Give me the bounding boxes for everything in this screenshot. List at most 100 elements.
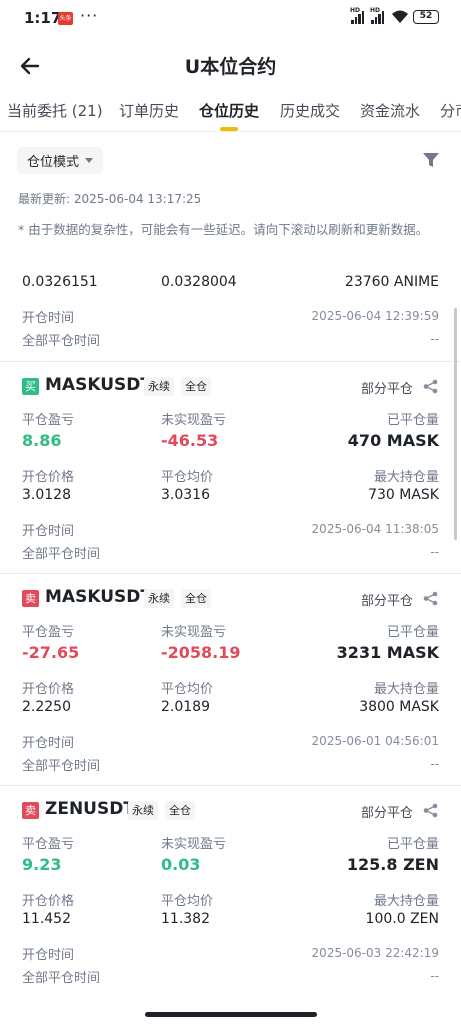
status-text: 部分平仓 (360, 594, 413, 609)
signal-icon: HD (370, 7, 384, 24)
delay-note: * 由于数据的复杂性，可能会有一些延迟。请向下滚动以刷新和更新数据。 (18, 222, 429, 237)
avg-close-value: 3.0316 (161, 487, 210, 503)
open-time-value: 2025-06-03 22:42:19 (311, 946, 439, 960)
contract-type-tag: 永续 (144, 377, 174, 396)
open-price-label: 开仓价格 (22, 894, 75, 909)
margin-mode-tag: 全仓 (181, 377, 211, 396)
symbol: MASKUSDT (45, 587, 152, 607)
close-pnl-value: 9.23 (22, 855, 62, 874)
max-hold-label: 最大持仓量 (373, 682, 439, 697)
tab-trade-history[interactable]: 历史成交 (280, 100, 340, 121)
status-icons: HD HD 52 (350, 7, 439, 24)
full-close-time-value: -- (430, 757, 439, 771)
position-card[interactable]: 卖 ZENUSDT 永续 全仓 部分平仓 平仓盈亏 未实现盈亏 已平仓量 9.2… (0, 785, 461, 997)
position-mode-label: 仓位模式 (27, 155, 80, 170)
prev-open-time-label: 开仓时间 (22, 311, 75, 326)
tab-position-history[interactable]: 仓位历史 (199, 100, 259, 121)
max-hold-value: 100.0 ZEN (365, 911, 439, 927)
max-hold-value: 730 MASK (368, 487, 439, 503)
share-icon[interactable] (423, 379, 438, 394)
prev-open-time: 2025-06-04 12:39:59 (311, 309, 439, 323)
open-price-value: 11.452 (22, 911, 71, 927)
open-time-value: 2025-06-04 11:38:05 (311, 522, 439, 536)
full-close-time-value: -- (430, 545, 439, 559)
full-close-time-value: -- (430, 969, 439, 983)
unrealized-pnl-value: -46.53 (161, 431, 219, 450)
closed-qty-value: 3231 MASK (336, 643, 439, 662)
contract-type-tag: 永续 (128, 801, 158, 820)
close-pnl-label: 平仓盈亏 (22, 837, 75, 852)
share-icon[interactable] (423, 803, 438, 818)
open-time-value: 2025-06-01 04:56:01 (311, 734, 439, 748)
tab-funding-flow[interactable]: 资金流水 (360, 100, 420, 121)
open-time-label: 开仓时间 (22, 948, 75, 963)
closed-qty-value: 470 MASK (347, 431, 439, 450)
open-time-label: 开仓时间 (22, 524, 75, 539)
margin-mode-tag: 全仓 (181, 589, 211, 608)
close-pnl-value: -27.65 (22, 643, 80, 662)
prev-max-hold: 23760 ANIME (344, 274, 439, 290)
tab-open-orders[interactable]: 当前委托 (21) (7, 100, 103, 121)
close-pnl-label: 平仓盈亏 (22, 413, 75, 428)
prev-full-close-time: -- (430, 332, 439, 346)
full-close-time-label: 全部平仓时间 (22, 759, 101, 774)
status-bar: 1:17 头条 ··· HD HD 52 (0, 0, 461, 38)
position-mode-dropdown[interactable]: 仓位模式 (17, 147, 104, 174)
home-indicator[interactable] (145, 1012, 317, 1017)
scrollbar[interactable] (454, 308, 457, 540)
avg-close-label: 平仓均价 (161, 894, 214, 909)
side-badge: 买 (22, 378, 39, 395)
closed-qty-label: 已平仓量 (386, 625, 439, 640)
contract-type-tag: 永续 (144, 589, 174, 608)
unrealized-pnl-label: 未实现盈亏 (161, 413, 227, 428)
more-notifications-icon: ··· (80, 6, 99, 25)
wifi-icon (392, 10, 408, 23)
avg-close-value: 11.382 (161, 911, 210, 927)
unrealized-pnl-label: 未实现盈亏 (161, 837, 227, 852)
filter-icon[interactable] (422, 151, 440, 169)
close-pnl-value: 8.86 (22, 431, 62, 450)
symbol: ZENUSDT (45, 799, 135, 819)
position-card[interactable]: 买 MASKUSDT 永续 全仓 部分平仓 平仓盈亏 未实现盈亏 已平仓量 8.… (0, 361, 461, 573)
max-hold-value: 3800 MASK (359, 699, 439, 715)
full-close-time-label: 全部平仓时间 (22, 547, 101, 562)
closed-qty-value: 125.8 ZEN (346, 855, 439, 874)
max-hold-label: 最大持仓量 (373, 894, 439, 909)
page-title: U本位合约 (184, 56, 277, 78)
open-price-label: 开仓价格 (22, 470, 75, 485)
active-tab-indicator (220, 127, 238, 131)
position-card[interactable]: 卖 MASKUSDT 永续 全仓 部分平仓 平仓盈亏 未实现盈亏 已平仓量 -2… (0, 573, 461, 785)
prev-full-close-label: 全部平仓时间 (22, 334, 101, 349)
last-update-text: 最新更新: 2025-06-04 13:17:25 (18, 192, 202, 206)
unrealized-pnl-value: 0.03 (161, 855, 201, 874)
battery-icon: 52 (413, 10, 439, 24)
margin-mode-tag: 全仓 (165, 801, 195, 820)
status-text: 部分平仓 (360, 806, 413, 821)
caret-down-icon (85, 158, 94, 163)
avg-close-value: 2.0189 (161, 699, 210, 715)
tab-more[interactable]: 分币 (440, 100, 461, 121)
closed-qty-label: 已平仓量 (386, 837, 439, 852)
avg-close-label: 平仓均价 (161, 682, 214, 697)
news-app-icon: 头条 (58, 12, 73, 25)
open-price-value: 2.2250 (22, 699, 71, 715)
share-icon[interactable] (423, 591, 438, 606)
full-close-time-label: 全部平仓时间 (22, 971, 101, 986)
status-text: 部分平仓 (360, 382, 413, 397)
status-time: 1:17 (24, 9, 62, 27)
prev-open-price: 0.0326151 (22, 274, 98, 290)
tab-order-history[interactable]: 订单历史 (119, 100, 179, 121)
signal-icon: HD (350, 7, 364, 24)
open-price-value: 3.0128 (22, 487, 71, 503)
avg-close-label: 平仓均价 (161, 470, 214, 485)
unrealized-pnl-label: 未实现盈亏 (161, 625, 227, 640)
side-badge: 卖 (22, 802, 39, 819)
unrealized-pnl-value: -2058.19 (161, 643, 241, 662)
open-time-label: 开仓时间 (22, 736, 75, 751)
open-price-label: 开仓价格 (22, 682, 75, 697)
max-hold-label: 最大持仓量 (373, 470, 439, 485)
close-pnl-label: 平仓盈亏 (22, 625, 75, 640)
symbol: MASKUSDT (45, 375, 152, 395)
side-badge: 卖 (22, 590, 39, 607)
tab-bar: 当前委托 (21) 订单历史 仓位历史 历史成交 资金流水 分币 (0, 92, 461, 132)
